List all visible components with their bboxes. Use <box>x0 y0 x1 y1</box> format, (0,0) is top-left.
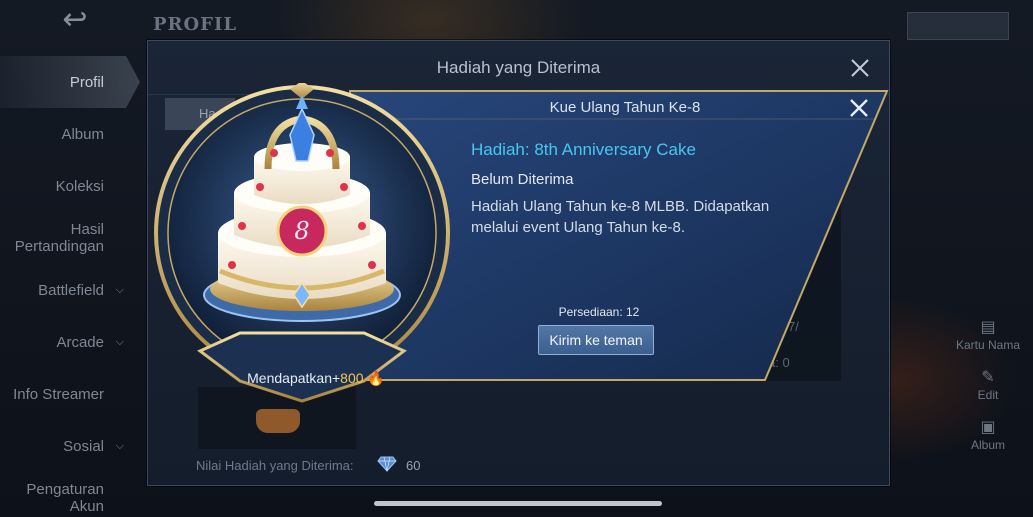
chevron-down-icon: ⌵ <box>115 439 124 452</box>
sidebar-item-info-streamer[interactable]: Info Streamer <box>0 368 140 420</box>
action-label: Album <box>970 438 1005 452</box>
diamond-icon <box>377 456 397 472</box>
top-right-button[interactable] <box>907 12 1009 40</box>
chevron-down-icon: ⌵ <box>115 283 124 296</box>
earn-prefix: Mendapatkan+ <box>247 370 341 386</box>
total-gift-value: 60 <box>406 458 421 473</box>
flame-icon: 🔥 <box>367 370 385 386</box>
sidebar-item-label: Koleksi <box>55 177 104 195</box>
back-arrow-icon[interactable]: ↩ <box>44 5 106 36</box>
sidebar-item-battlefield[interactable]: Battlefield ⌵ <box>0 264 140 316</box>
svg-text:8: 8 <box>294 217 309 245</box>
profile-actions: ▤ Kartu Nama ✎ Edit ▣ Album <box>943 318 1033 468</box>
reward-medallion: 8 Mendapatkan+800 🔥 <box>150 81 460 403</box>
action-label: Edit <box>977 388 999 402</box>
page-title: PROFIL <box>153 14 238 35</box>
popup-title: Kue Ulang Tahun Ke-8 <box>549 99 701 116</box>
sidebar-item-label: Album <box>61 125 104 143</box>
sidebar-item-label: Pengaturan Akun <box>26 481 104 515</box>
home-indicator[interactable] <box>374 501 662 506</box>
sidebar-item-album[interactable]: Album <box>0 108 140 160</box>
earn-value: 800 <box>340 370 364 386</box>
edit-icon: ✎ <box>981 369 995 386</box>
sidebar-item-hasil-pertandingan[interactable]: Hasil Pertandingan <box>0 212 140 264</box>
reward-status: Belum Diterima <box>471 171 574 188</box>
total-gift-value-label: Nilai Hadiah yang Diterima: <box>196 458 354 473</box>
sidebar-item-label: Hasil Pertandingan <box>14 221 104 255</box>
edit-button[interactable]: ✎ Edit <box>943 368 1033 418</box>
send-to-friend-button[interactable]: Kirim ke teman <box>538 325 654 355</box>
close-icon[interactable] <box>847 96 871 120</box>
anniversary-cake-icon: 8 <box>154 81 450 403</box>
album-icon: ▣ <box>980 419 996 436</box>
name-card-button[interactable]: ▤ Kartu Nama <box>943 318 1033 368</box>
sidebar-item-label: Arcade <box>56 333 104 351</box>
sidebar-item-label: Battlefield <box>38 281 104 299</box>
stock-label: Persediaan: 12 <box>558 305 640 319</box>
close-icon[interactable] <box>849 57 871 79</box>
sidebar-item-label: Profil <box>69 73 104 91</box>
sidebar-item-pengaturan-akun[interactable]: Pengaturan Akun <box>0 472 140 517</box>
sidebar-item-profil[interactable]: Profil <box>0 56 140 108</box>
mask-icon <box>256 409 300 433</box>
chevron-down-icon: ⌵ <box>115 335 124 348</box>
sidebar-item-arcade[interactable]: Arcade ⌵ <box>0 316 140 368</box>
action-label: Kartu Nama <box>955 338 1021 352</box>
sidebar-item-label: Sosial <box>63 437 104 455</box>
earn-points-label: Mendapatkan+800 🔥 <box>236 370 396 387</box>
sidebar-item-koleksi[interactable]: Koleksi <box>0 160 140 212</box>
card-icon: ▤ <box>980 319 996 336</box>
sidebar-item-label: Info Streamer <box>13 385 104 403</box>
reward-name: Hadiah: 8th Anniversary Cake <box>471 140 696 159</box>
profile-sidebar: Profil Album Koleksi Hasil Pertandingan … <box>0 56 140 517</box>
album-button[interactable]: ▣ Album <box>943 418 1033 468</box>
reward-description: Hadiah Ulang Tahun ke-8 MLBB. Didapatkan… <box>471 198 770 236</box>
sidebar-item-sosial[interactable]: Sosial ⌵ <box>0 420 140 472</box>
